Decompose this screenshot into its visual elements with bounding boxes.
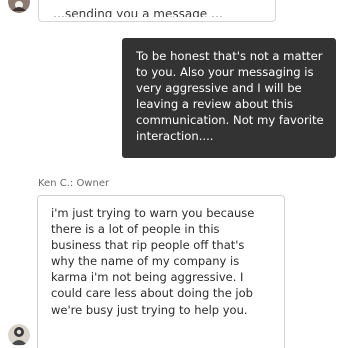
message-thread: …sending you a message … To be honest th… xyxy=(0,0,348,348)
incoming-message-line: i'm just trying to warn you because xyxy=(51,206,255,220)
incoming-message-line: why the name of my company is xyxy=(51,254,240,269)
outgoing-message-line: to you. Also your messaging is xyxy=(136,65,314,79)
incoming-message-line: could care less about doing the job xyxy=(51,286,253,301)
incoming-message-bubble: i'm just trying to warn you because ther… xyxy=(37,195,285,348)
outgoing-message-line: leaving a review about this xyxy=(136,97,294,111)
outgoing-message-line: To be honest that's not a matter xyxy=(136,49,323,63)
incoming-message-line: there is a lot of people in this xyxy=(51,222,220,237)
outgoing-message-bubble: To be honest that's not a matter to you.… xyxy=(122,38,336,158)
outgoing-message-line: very aggressive and I will be xyxy=(136,81,302,95)
sender-label: Ken C.: Owner xyxy=(38,178,110,189)
user-avatar-icon[interactable] xyxy=(8,0,30,13)
business-avatar-icon[interactable] xyxy=(8,324,30,346)
previous-message-bubble: …sending you a message … xyxy=(38,0,276,22)
previous-message-text: …sending you a message … xyxy=(53,7,224,17)
incoming-message-line: business that rip people off that's xyxy=(51,238,245,253)
outgoing-message-line: interaction.... xyxy=(136,129,214,143)
incoming-message-line: karma i'm not being aggressive. I xyxy=(51,270,244,285)
incoming-message-line: we're busy just trying to help you. xyxy=(51,302,248,317)
outgoing-message-line: communication. Not my favorite xyxy=(136,113,324,127)
